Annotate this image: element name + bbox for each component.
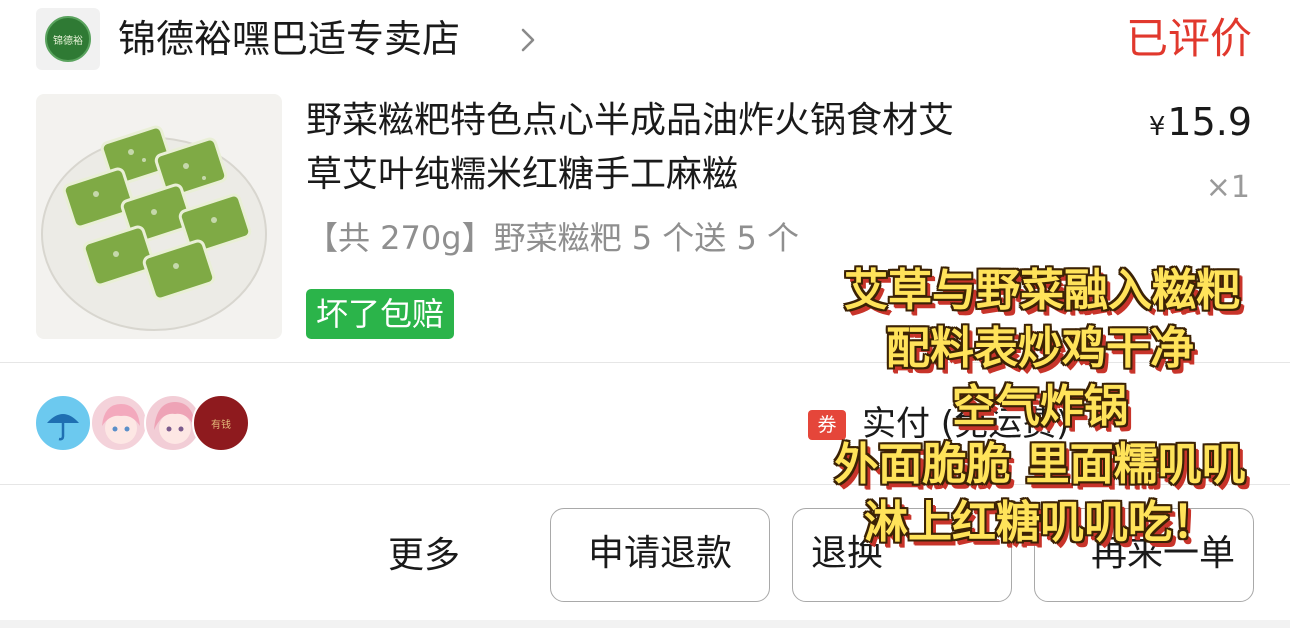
chevron-right-icon[interactable] [516,26,540,54]
guarantee-tag: 坏了包赔 [306,289,455,339]
avatar-illustration [102,404,140,444]
avatar[interactable] [34,394,92,452]
product-photo [41,125,267,331]
bottom-divider [0,620,1290,628]
caption-line: 艾草与野菜融入糍粑 [844,265,1240,316]
caption-line: 配料表炒鸡干净 [886,323,1194,374]
apply-refund-button[interactable]: 申请退款 [550,508,770,602]
product-quantity: ×1 [1205,170,1250,205]
store-logo-badge: 锦德裕 [45,16,91,62]
product-title[interactable]: 野菜糍粑特色点心半成品油炸火锅食材艾 草艾叶纯糯米红糖手工麻糍 [306,94,1096,202]
more-button[interactable]: 更多 [388,530,460,582]
product-title-line-2: 草艾叶纯糯米红糖手工麻糍 [306,154,739,195]
product-price: ¥15.9 [1149,98,1252,151]
product-spec: 【共 270g】野菜糍粑 5 个送 5 个 [306,219,799,257]
caption-line: 淋上红糖叽叽吃！ [864,497,1216,548]
price-value: 15.9 [1167,100,1252,144]
overlay-caption: 艾草与野菜融入糍粑 配料表炒鸡干净 空气炸锅 外面脆脆 里面糯叽叽 淋上红糖叽叽… [790,262,1290,552]
caption-line: 空气炸锅 [952,381,1128,432]
order-status-label: 已评价 [1125,14,1252,63]
store-name[interactable]: 锦德裕嘿巴适专卖店 [118,14,460,64]
product-image[interactable] [36,94,282,339]
umbrella-icon [47,414,79,441]
avatar[interactable]: 有钱 [192,394,250,452]
caption-line: 外面脆脆 里面糯叽叽 [834,439,1246,490]
avatar[interactable] [90,394,148,452]
currency-symbol: ¥ [1148,112,1166,142]
store-logo[interactable]: 锦德裕 [36,8,100,70]
product-title-line-1: 野菜糍粑特色点心半成品油炸火锅食材艾 [306,100,955,141]
